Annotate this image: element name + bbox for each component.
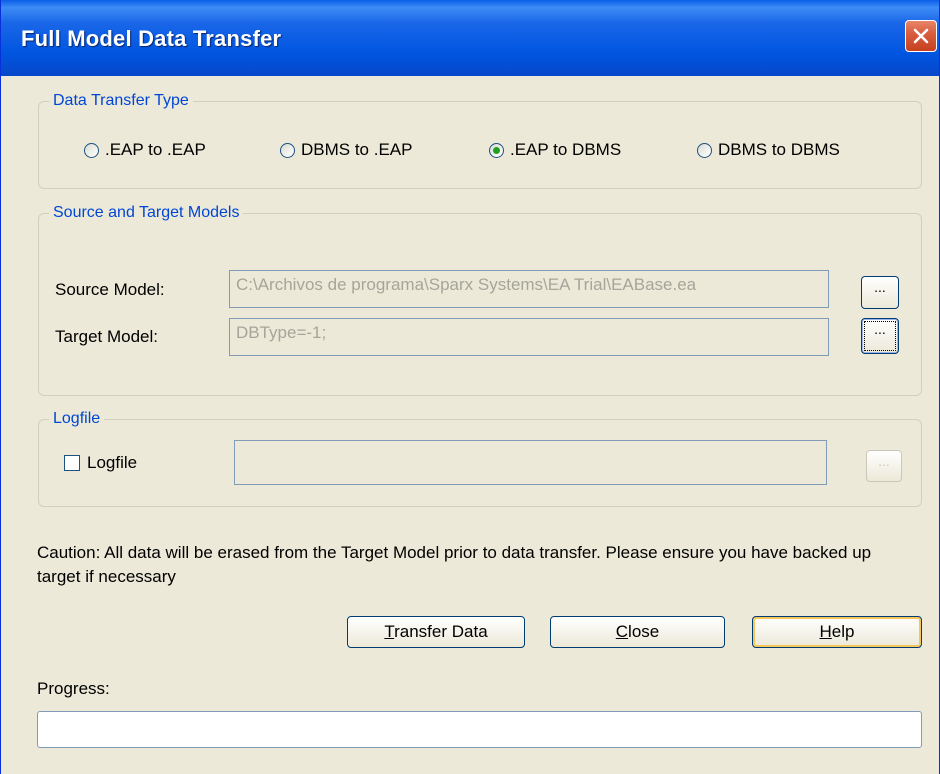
transfer-type-legend: Data Transfer Type bbox=[49, 91, 193, 111]
radio-indicator bbox=[84, 142, 99, 158]
logfile-browse-button[interactable]: ... bbox=[866, 450, 902, 482]
hotkey-letter: T bbox=[384, 622, 395, 641]
models-legend: Source and Target Models bbox=[49, 203, 244, 223]
source-browse-button[interactable]: ... bbox=[861, 276, 899, 309]
source-model-field[interactable]: C:\Archivos de programa\Sparx Systems\EA… bbox=[229, 270, 829, 308]
logfile-checkbox-label[interactable]: Logfile bbox=[87, 453, 137, 473]
radio-indicator-selected bbox=[489, 142, 504, 158]
radio-dbms-to-eap[interactable]: DBMS to .EAP bbox=[280, 140, 412, 160]
window-title: Full Model Data Transfer bbox=[21, 26, 282, 51]
transfer-data-button[interactable]: Transfer Data bbox=[347, 616, 525, 648]
radio-selected-dot bbox=[493, 146, 500, 154]
close-icon bbox=[913, 28, 929, 44]
radio-label: .EAP to .EAP bbox=[105, 140, 206, 159]
radio-dbms-to-dbms[interactable]: DBMS to DBMS bbox=[697, 140, 840, 160]
title-bar[interactable]: Full Model Data Transfer bbox=[1, 0, 939, 76]
button-label: lose bbox=[628, 622, 660, 641]
radio-eap-to-eap[interactable]: .EAP to .EAP bbox=[84, 140, 206, 160]
logfile-group: Logfile Logfile ... bbox=[38, 409, 922, 507]
hotkey-letter: H bbox=[819, 622, 832, 641]
transfer-type-group: Data Transfer Type .EAP to .EAP DBMS to … bbox=[38, 91, 922, 189]
target-model-field[interactable]: DBType=-1; bbox=[229, 318, 829, 356]
source-model-label: Source Model: bbox=[55, 280, 165, 299]
caution-text: Caution: All data will be erased from th… bbox=[37, 543, 872, 586]
target-browse-button[interactable]: ... bbox=[861, 318, 899, 354]
radio-label: DBMS to .EAP bbox=[301, 140, 413, 159]
progress-label: Progress: bbox=[37, 679, 110, 698]
radio-label: DBMS to DBMS bbox=[718, 140, 840, 159]
hotkey-letter: C bbox=[615, 622, 629, 641]
radio-eap-to-dbms[interactable]: .EAP to DBMS bbox=[489, 140, 621, 160]
button-label: elp bbox=[831, 622, 855, 641]
progress-bar bbox=[37, 711, 922, 748]
dialog-window: Full Model Data Transfer Data Transfer T… bbox=[0, 0, 940, 774]
logfile-checkbox[interactable] bbox=[64, 455, 80, 471]
models-group: Source and Target Models Source Model: C… bbox=[38, 203, 922, 396]
button-label: ransfer Data bbox=[394, 622, 488, 641]
close-button[interactable]: Close bbox=[550, 616, 725, 648]
radio-indicator bbox=[697, 142, 712, 158]
target-model-label: Target Model: bbox=[55, 327, 158, 346]
logfile-path-field[interactable] bbox=[234, 440, 827, 485]
radio-label: .EAP to DBMS bbox=[510, 140, 622, 159]
logfile-legend: Logfile bbox=[49, 409, 105, 429]
close-window-button[interactable] bbox=[905, 20, 937, 52]
help-button[interactable]: Help bbox=[752, 616, 922, 648]
radio-indicator bbox=[280, 142, 295, 158]
